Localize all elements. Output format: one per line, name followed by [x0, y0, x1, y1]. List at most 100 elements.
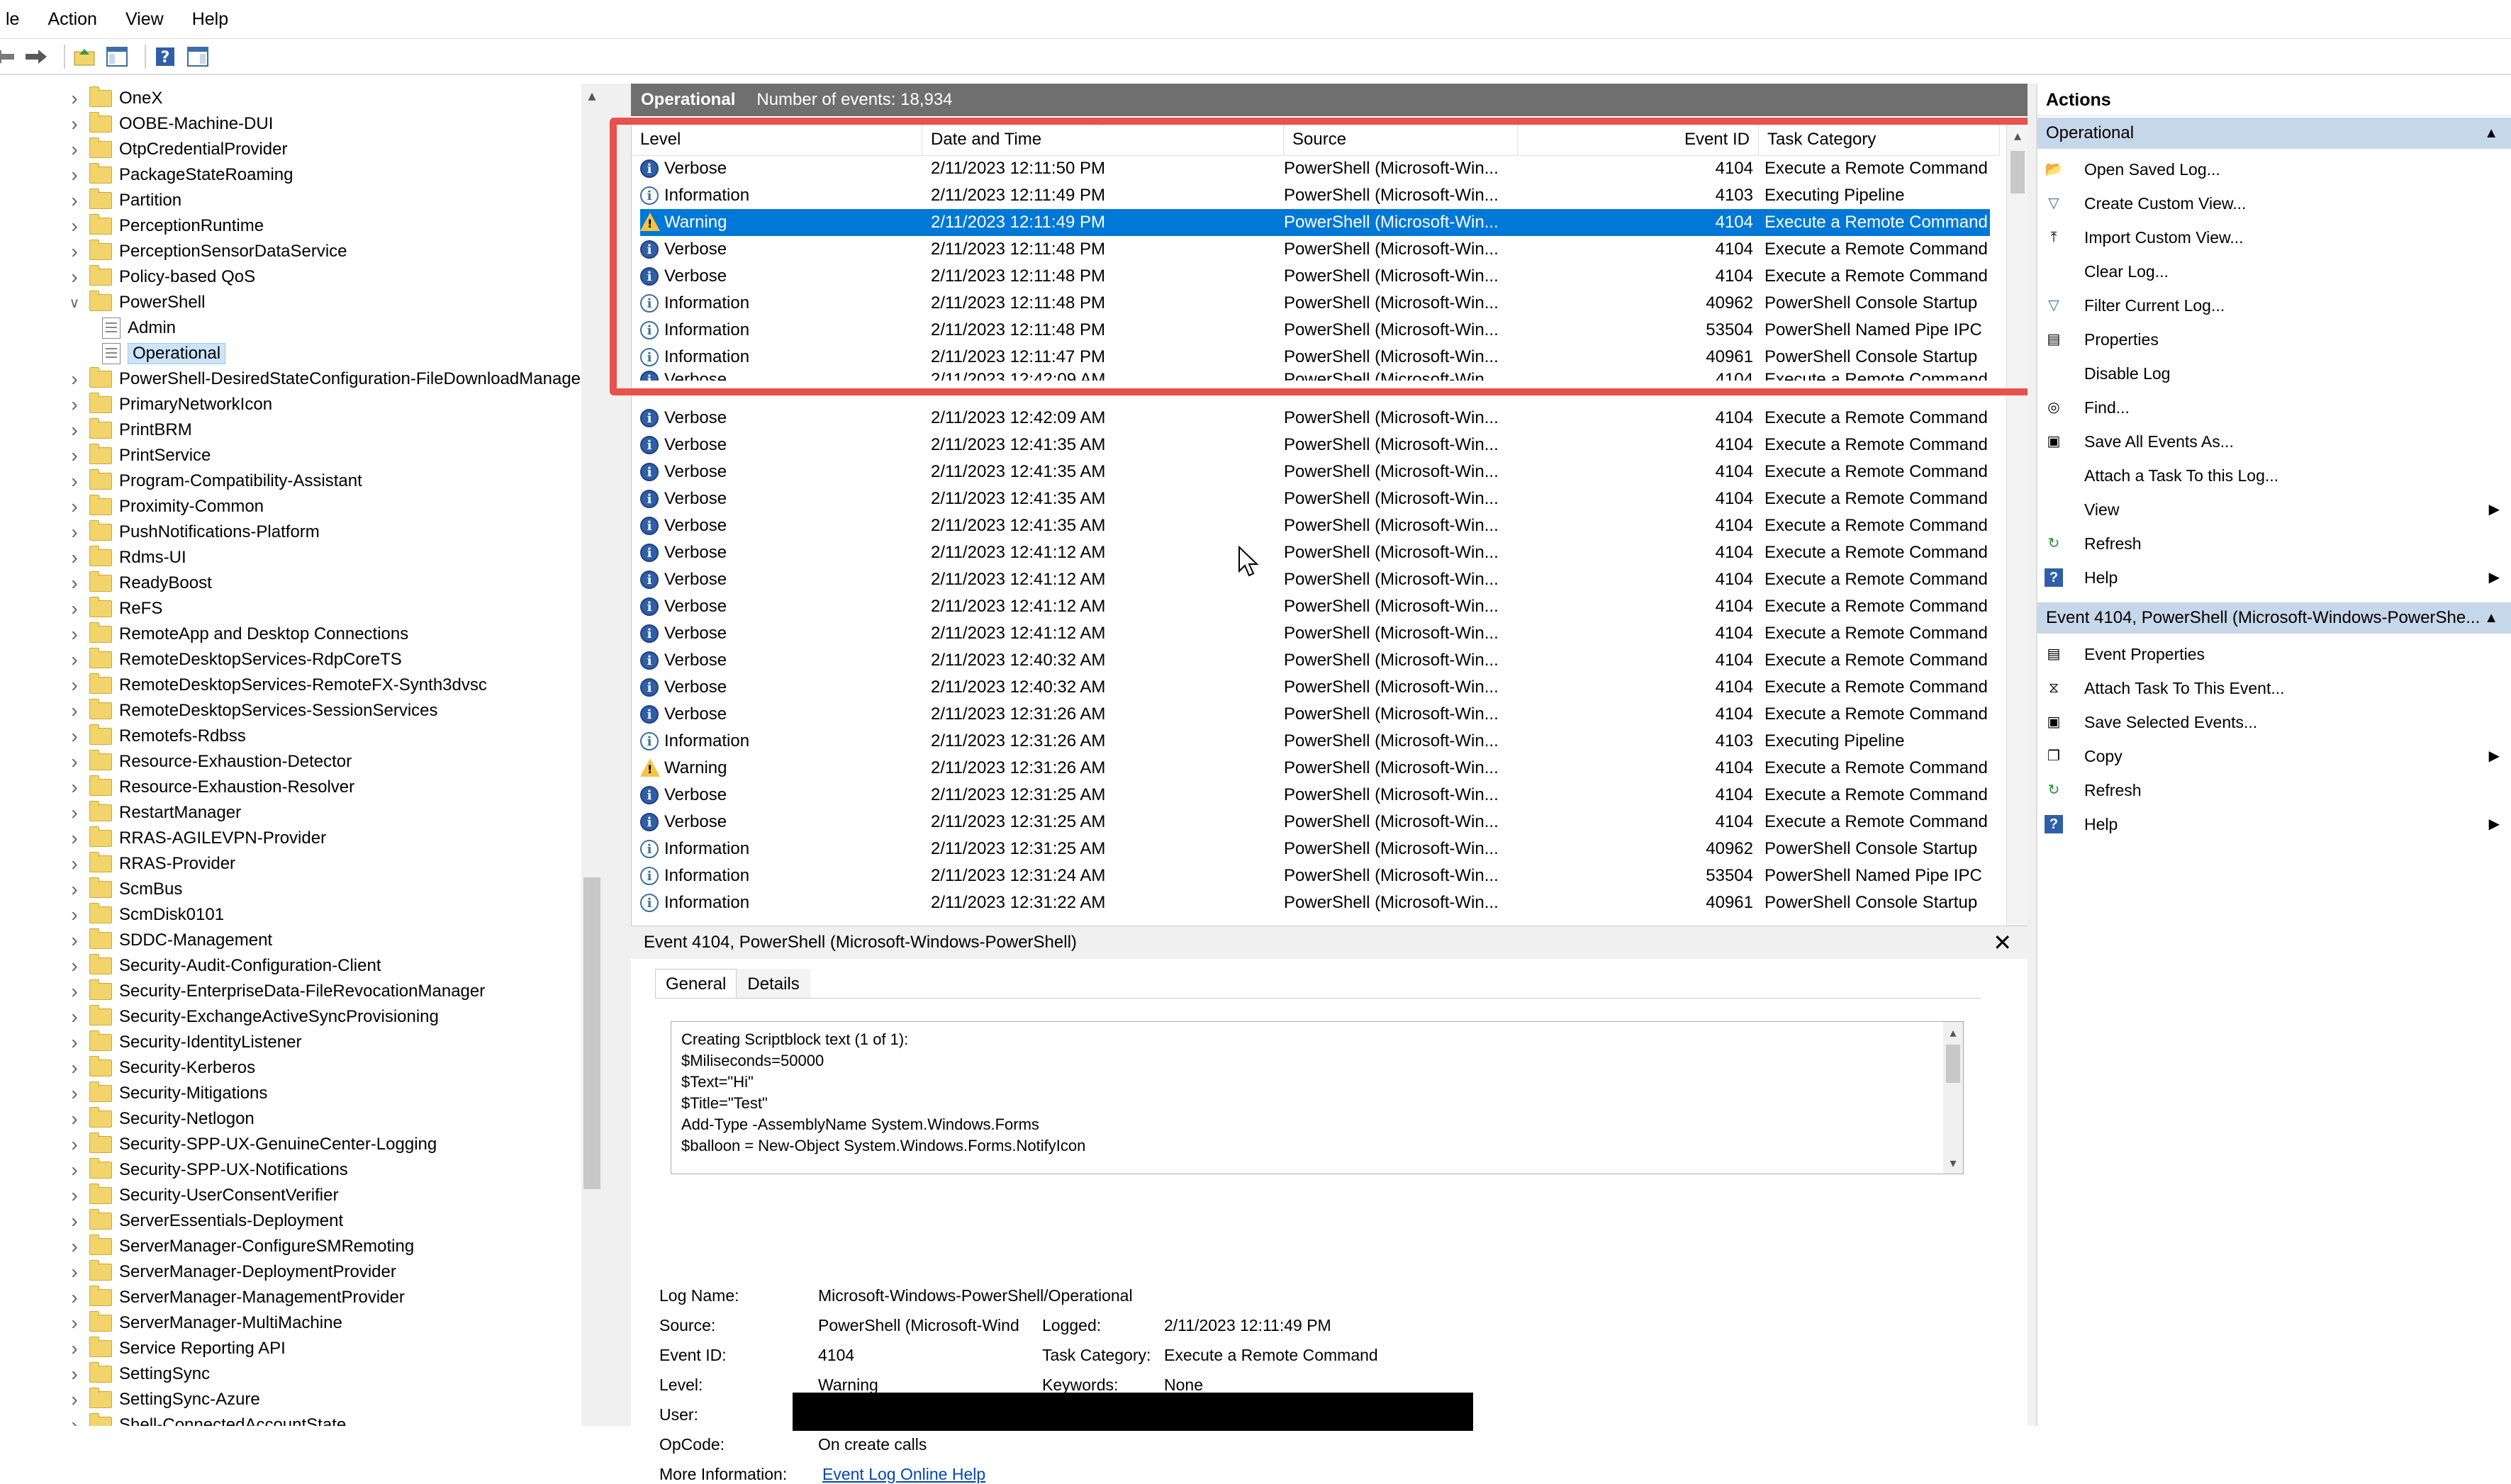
action-item[interactable]: ↻ Refresh	[2037, 774, 2511, 806]
tree-item[interactable]: › RemoteDesktopServices-RemoteFX-Synth3dv…	[64, 673, 487, 698]
collapsed-chevron-icon[interactable]: ›	[64, 751, 85, 773]
collapsed-chevron-icon[interactable]: ›	[64, 1108, 85, 1130]
collapsed-chevron-icon[interactable]: ›	[64, 444, 85, 467]
collapsed-chevron-icon[interactable]: ›	[64, 623, 85, 646]
tree-item[interactable]: › PrintBRM	[64, 417, 192, 443]
tree-item[interactable]: › ServerManager-DeploymentProvider	[64, 1259, 396, 1285]
menu-view[interactable]: View	[111, 0, 178, 38]
action-item[interactable]: ◎ Find...	[2037, 391, 2511, 424]
event-row[interactable]: i Verbose 2/11/2023 12:41:12 AM PowerShell …	[640, 593, 1990, 620]
tree-item[interactable]: › RemoteDesktopServices-SessionServices	[64, 698, 438, 724]
collapsed-chevron-icon[interactable]: ›	[64, 1388, 85, 1411]
tree-item[interactable]: › ScmBus	[64, 877, 182, 902]
collapse-caret-icon[interactable]: ▲	[2484, 118, 2498, 149]
tree-item[interactable]: › RemoteDesktopServices-RdpCoreTS	[64, 647, 402, 673]
event-row[interactable]: i Information 2/11/2023 12:11:49 PM PowerSh…	[640, 182, 1990, 209]
tree-item[interactable]: › PerceptionSensorDataService	[64, 239, 347, 264]
event-row[interactable]: i Verbose 2/11/2023 12:31:26 AM PowerShell …	[640, 701, 1990, 728]
tree-item[interactable]: › Security-EnterpriseData-FileRevocationM…	[64, 979, 485, 1004]
show-hide-console-tree-icon[interactable]	[105, 45, 129, 69]
column-task-category[interactable]: Task Category	[1759, 124, 2000, 155]
up-folder-icon[interactable]	[72, 45, 96, 69]
event-row[interactable]: i Verbose 2/11/2023 12:42:09 AM PowerShell …	[640, 405, 1990, 432]
collapsed-chevron-icon[interactable]: ›	[64, 853, 85, 875]
collapsed-chevron-icon[interactable]: ›	[64, 1210, 85, 1232]
event-row[interactable]: i Verbose 2/11/2023 12:42:09 AM PowerShell …	[640, 366, 1990, 381]
collapsed-chevron-icon[interactable]: ›	[64, 674, 85, 697]
event-row[interactable]: i Verbose 2/11/2023 12:31:25 AM PowerShell …	[640, 809, 1990, 836]
event-row[interactable]: i Information 2/11/2023 12:31:26 AM PowerSh…	[640, 728, 1990, 755]
event-row[interactable]: i Verbose 2/11/2023 12:41:35 AM PowerShell …	[640, 485, 1990, 512]
event-row[interactable]: i Verbose 2/11/2023 12:31:25 AM PowerShell …	[640, 782, 1990, 809]
event-row[interactable]: i Information 2/11/2023 12:11:48 PM PowerSh…	[640, 290, 1990, 317]
tree-item[interactable]: › ReFS	[64, 596, 162, 622]
collapsed-chevron-icon[interactable]: ›	[64, 1235, 85, 1258]
tree-item[interactable]: › ServerEssentials-Deployment	[64, 1208, 343, 1234]
tree-item[interactable]: › Partition	[64, 188, 181, 213]
action-item[interactable]: ▤ Event Properties	[2037, 638, 2511, 670]
collapsed-chevron-icon[interactable]: ›	[64, 648, 85, 671]
column-event-id[interactable]: Event ID	[1518, 124, 1759, 155]
collapsed-chevron-icon[interactable]: ›	[64, 138, 85, 161]
event-row[interactable]: i Verbose 2/11/2023 12:11:50 PM PowerShell …	[640, 155, 1990, 182]
tree-item[interactable]: › OneX	[64, 86, 162, 111]
tree-item[interactable]: › Rdms-UI	[64, 545, 186, 570]
collapsed-chevron-icon[interactable]: ›	[64, 955, 85, 977]
menu-help[interactable]: Help	[178, 0, 242, 38]
tree-item[interactable]: › ReadyBoost	[64, 570, 212, 596]
event-row[interactable]: i Verbose 2/11/2023 12:41:35 AM PowerShell …	[640, 459, 1990, 485]
event-row[interactable]: i Verbose 2/11/2023 12:41:12 AM PowerShell …	[640, 539, 1990, 566]
tree-scrollbar[interactable]: ▴	[581, 84, 603, 1426]
scroll-up-icon[interactable]: ▴	[2007, 125, 2028, 147]
tree-item[interactable]: › ScmDisk0101	[64, 902, 224, 928]
scroll-down-icon[interactable]: ▾	[1943, 1152, 1963, 1174]
tree-item[interactable]: › Security-Mitigations	[64, 1081, 267, 1106]
collapsed-chevron-icon[interactable]: ›	[64, 1031, 85, 1054]
collapsed-chevron-icon[interactable]: ›	[64, 699, 85, 722]
collapsed-chevron-icon[interactable]: ›	[64, 878, 85, 901]
pane-splitter[interactable]	[603, 84, 631, 1426]
event-row[interactable]: i Verbose 2/11/2023 12:11:48 PM PowerShell …	[640, 263, 1990, 290]
tree-item[interactable]: › PowerShell-DesiredStateConfiguration-Fi…	[64, 366, 586, 392]
tree-item[interactable]: ∨ PowerShell	[64, 290, 205, 315]
collapsed-chevron-icon[interactable]: ›	[64, 1133, 85, 1156]
tree-item[interactable]: › Security-SPP-UX-Notifications	[64, 1157, 348, 1183]
tree-item[interactable]: › SettingSync	[64, 1361, 210, 1387]
description-scrollbar[interactable]: ▴ ▾	[1943, 1022, 1963, 1174]
scroll-up-icon[interactable]: ▴	[581, 85, 603, 106]
collapsed-chevron-icon[interactable]: ›	[64, 1414, 85, 1426]
collapsed-chevron-icon[interactable]: ›	[64, 572, 85, 595]
menu-action[interactable]: Action	[33, 0, 111, 38]
event-row[interactable]: ! Warning 2/11/2023 12:11:49 PM PowerShell …	[640, 209, 1990, 236]
tree-item[interactable]: Admin	[98, 315, 176, 341]
event-row[interactable]: i Verbose 2/11/2023 12:40:32 AM PowerShell …	[640, 674, 1990, 701]
tree-item[interactable]: › Security-IdentityListener	[64, 1030, 301, 1055]
action-item[interactable]: ↻ Refresh	[2037, 527, 2511, 560]
collapsed-chevron-icon[interactable]: ›	[64, 929, 85, 952]
tree-item[interactable]: › PerceptionRuntime	[64, 213, 264, 239]
back-icon[interactable]	[0, 45, 16, 69]
tree-item[interactable]: › Resource-Exhaustion-Detector	[64, 749, 352, 775]
collapsed-chevron-icon[interactable]: ›	[64, 1286, 85, 1309]
collapsed-chevron-icon[interactable]: ›	[64, 521, 85, 544]
tree-item[interactable]: › Policy-based QoS	[64, 264, 255, 290]
collapsed-chevron-icon[interactable]: ›	[64, 240, 85, 263]
event-row[interactable]: i Verbose 2/11/2023 12:41:35 AM PowerShell …	[640, 512, 1990, 539]
collapsed-chevron-icon[interactable]: ›	[64, 266, 85, 288]
collapsed-chevron-icon[interactable]: ›	[64, 546, 85, 569]
tree-item[interactable]: › Shell-ConnectedAccountState	[64, 1412, 346, 1426]
tree-item[interactable]: › RemoteApp and Desktop Connections	[64, 622, 408, 647]
description-scroll-thumb[interactable]	[1946, 1045, 1960, 1083]
tree-item[interactable]: › Resource-Exhaustion-Resolver	[64, 775, 354, 800]
collapse-caret-icon[interactable]: ▲	[2484, 602, 2498, 634]
collapsed-chevron-icon[interactable]: ›	[64, 725, 85, 748]
tree-item[interactable]: › SettingSync-Azure	[64, 1387, 260, 1412]
action-item[interactable]: ▣ Save All Events As...	[2037, 425, 2511, 458]
collapsed-chevron-icon[interactable]: ›	[64, 827, 85, 850]
collapsed-chevron-icon[interactable]: ›	[64, 189, 85, 212]
tree-item[interactable]: › PackageStateRoaming	[64, 162, 293, 188]
action-item[interactable]: ? Help ▶	[2037, 808, 2511, 841]
collapsed-chevron-icon[interactable]: ›	[64, 470, 85, 493]
event-row[interactable]: i Information 2/11/2023 12:11:48 PM PowerSh…	[640, 317, 1990, 344]
event-row[interactable]: i Verbose 2/11/2023 12:41:12 AM PowerShell …	[640, 620, 1990, 647]
